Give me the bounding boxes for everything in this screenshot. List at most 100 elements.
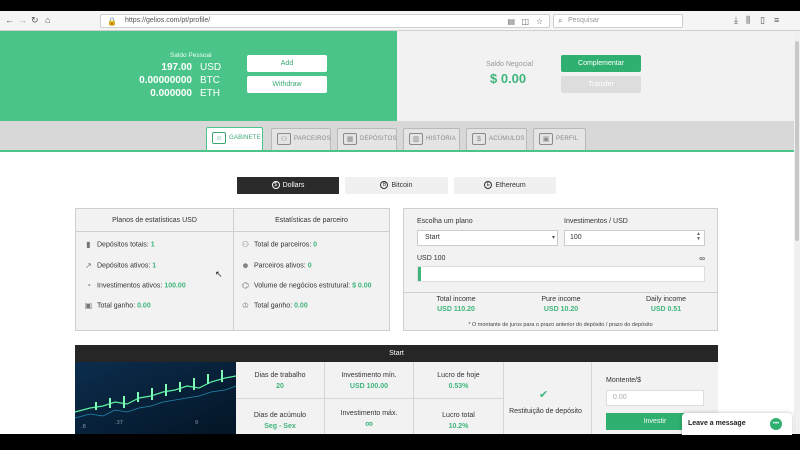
bitcoin-icon: B [380, 181, 389, 190]
plan-select[interactable]: Start ▾ [417, 230, 558, 246]
reload-icon[interactable]: ↻ [31, 15, 39, 26]
stat-label: Total ganho: [97, 302, 138, 310]
stat-row: ☻ Parceiros ativos: 0 [241, 261, 311, 270]
tab-depositos[interactable]: ▦ DEPÓSITOS [337, 128, 397, 150]
plan-cell-value: 10.2% [448, 423, 469, 430]
address-bar[interactable]: 🔒 https://gelios.com/pt/profile/ ▤ ◫ ☆ [100, 14, 550, 28]
divider [76, 231, 389, 232]
amount-slider[interactable] [417, 266, 705, 282]
coins-icon: $ [472, 133, 486, 145]
infinity-icon: ∞ [365, 418, 373, 430]
total-profit-cell: Lucro total 10.2% [414, 412, 503, 430]
currency-label: Ethereum [495, 182, 526, 189]
divider [591, 362, 592, 434]
ethereum-icon: E [484, 181, 493, 190]
plan-calculator: Escolha um plano Investimentos / USD Sta… [403, 208, 718, 331]
line-chart-icon: ↗ [85, 261, 92, 270]
stat-value: 0.00 [294, 302, 308, 310]
tab-parceiros[interactable]: ⚇ PARCEIROS [271, 128, 331, 150]
divider [236, 398, 503, 399]
complement-button[interactable]: Complementar [561, 55, 641, 72]
chevron-down-icon: ▾ [551, 235, 555, 241]
currency-dollars-button[interactable]: $ Dollars [237, 177, 339, 194]
tab-gabinete[interactable]: ☺ GABINETE [206, 127, 263, 151]
chat-bubble-icon[interactable]: ••• [770, 418, 782, 430]
plan-cell-title: Investimento mín. [341, 372, 397, 379]
lock-icon: 🔒 [107, 17, 117, 26]
withdraw-button[interactable]: Withdraw [247, 76, 327, 93]
plan-select-value: Start [425, 234, 440, 241]
investment-input[interactable]: 100 ▲ ▼ [564, 230, 705, 246]
page-scrollbar[interactable] [794, 31, 800, 434]
stat-label: Total ganho: [254, 302, 295, 310]
amount-input[interactable]: 0.00 [606, 390, 704, 406]
tabs-underline [0, 150, 794, 152]
plan-cell-title: Lucro de hoje [437, 372, 480, 379]
home-icon[interactable]: ⌂ [45, 15, 50, 25]
income-value: USD 0.51 [650, 306, 682, 313]
stat-label: Volume de negócios estrutural: [254, 282, 353, 290]
tab-label: PERFIL [556, 136, 579, 142]
plan-title: Start [75, 345, 718, 362]
history-icon: ▥ [409, 133, 423, 145]
stat-label: Total de parceiros: [254, 241, 314, 249]
personal-balance-panel: Saldo Pessoal 197.00 USD 0.00000000 BTC 0.… [0, 31, 397, 121]
scrollbar-thumb[interactable] [795, 41, 799, 241]
plan-details: Dias de trabalho 20 Investimento mín. US… [236, 362, 718, 434]
plan-stats-title: Planos de estatísticas USD [112, 217, 197, 224]
today-profit-cell: Lucro de hoje 0.53% [414, 372, 503, 390]
stat-label: Depósitos ativos: [97, 262, 153, 270]
balance-currency: USD [200, 62, 222, 73]
tabs-bar: ☺ GABINETE ⚇ PARCEIROS ▦ DEPÓSITOS ▥ HIS… [0, 121, 794, 151]
svg-text:.37: .37 [115, 420, 123, 426]
investment-label: Investimentos / USD [564, 218, 628, 225]
currency-ethereum-button[interactable]: E Ethereum [454, 177, 556, 194]
amount-field-label: Montente/$ [606, 377, 642, 384]
tab-acumulos[interactable]: $ ACÚMULOS [466, 128, 527, 150]
money-icon: ▣ [84, 301, 93, 310]
tab-label: DEPÓSITOS [360, 136, 397, 142]
library-icon[interactable]: ⫼ [746, 15, 750, 26]
sidebar-icon[interactable]: ▯ [760, 15, 765, 26]
currency-bitcoin-button[interactable]: B Bitcoin [345, 177, 448, 194]
back-icon[interactable]: ← [5, 15, 14, 25]
plan-cell-value: Seg - Sex [264, 423, 296, 430]
balance-amount: 0.000000 [150, 88, 192, 99]
trophy-icon: ♔ [241, 301, 250, 310]
plan-cell-title: Dias de trabalho [254, 372, 306, 379]
balance-row: 0.000000 ETH [100, 88, 225, 99]
stat-row: ↗ Depósitos ativos: 1 [84, 261, 156, 270]
balance-row: 0.00000000 BTC [100, 75, 225, 86]
balance-currency: BTC [200, 75, 220, 86]
stat-label: Parceiros ativos: [254, 262, 308, 270]
stepper-icon[interactable]: ▲ ▼ [696, 232, 701, 242]
pocket-icon[interactable]: ◫ [521, 17, 529, 26]
svg-text:9: 9 [195, 420, 198, 426]
stat-value: 1 [150, 241, 155, 249]
search-placeholder: Pesquisar [568, 17, 600, 24]
add-button[interactable]: Add [247, 55, 327, 72]
tab-label: PARCEIROS [294, 136, 331, 142]
chat-widget[interactable]: Leave a message ••• [682, 413, 792, 435]
reader-icon[interactable]: ▤ [507, 17, 515, 26]
bookmark-star-icon[interactable]: ☆ [536, 17, 543, 26]
transfer-button[interactable]: Transfer [561, 76, 641, 93]
income-title: Daily income [645, 296, 687, 303]
active-partners-icon: ☻ [241, 261, 250, 270]
currency-label: Dollars [282, 182, 305, 189]
menu-icon[interactable]: ≡ [774, 15, 779, 25]
search-icon: ⌕ [558, 16, 563, 25]
income-value: USD 10.20 [543, 306, 579, 313]
tab-historia[interactable]: ▥ HISTÓRIA [403, 128, 460, 150]
stat-row: ◔ Investimentos ativos: 100.00 [84, 281, 186, 290]
tab-label: ACÚMULOS [489, 136, 525, 142]
forward-icon[interactable]: → [18, 15, 27, 25]
tab-perfil[interactable]: ▣ PERFIL [533, 128, 586, 150]
amount-label: USD 100 [417, 255, 446, 262]
plan-cell-value: 0.53% [448, 383, 469, 390]
partners-icon: ⚇ [277, 133, 291, 145]
search-box[interactable]: ⌕ Pesquisar [553, 14, 683, 28]
download-icon[interactable]: ⤓ [734, 15, 738, 26]
slider-fill[interactable] [418, 267, 421, 281]
stat-row: ♔ Total ganho: 0.00 [241, 301, 308, 310]
